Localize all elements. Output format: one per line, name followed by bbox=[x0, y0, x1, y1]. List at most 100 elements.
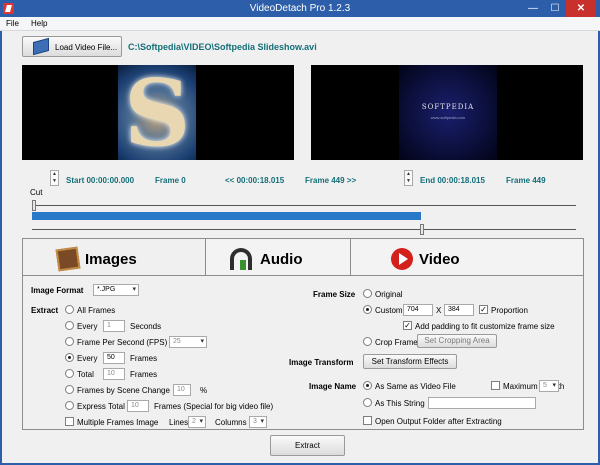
end-cut-handle[interactable] bbox=[420, 224, 424, 235]
headphones-icon bbox=[230, 248, 252, 270]
multiple-frames-label: Multiple Frames Image bbox=[77, 418, 159, 427]
fps-value: 25 bbox=[173, 338, 181, 345]
size-separator: X bbox=[436, 306, 442, 315]
scene-change-label: Frames by Scene Change bbox=[77, 386, 170, 395]
main-window: Load Video File... C:\Softpedia\VIDEO\So… bbox=[0, 31, 600, 465]
every-seconds-label: Every bbox=[77, 322, 98, 331]
same-as-video-radio[interactable] bbox=[363, 381, 372, 390]
frame-size-label: Frame Size bbox=[313, 290, 356, 299]
app-icon bbox=[3, 3, 14, 14]
proportion-checkbox[interactable]: ✓ bbox=[479, 305, 488, 314]
load-video-label: Load Video File... bbox=[55, 43, 118, 52]
fps-label: Frame Per Second (FPS) bbox=[77, 338, 168, 347]
proportion-label: Proportion bbox=[491, 306, 528, 315]
tab-images[interactable]: Images bbox=[22, 238, 206, 277]
lines-value: 2 bbox=[192, 418, 196, 425]
open-output-checkbox[interactable] bbox=[363, 416, 372, 425]
lines-label: Lines bbox=[169, 418, 189, 427]
express-total-radio[interactable] bbox=[65, 401, 74, 410]
max-length-value: 5 bbox=[543, 382, 547, 389]
tab-audio-label: Audio bbox=[260, 251, 303, 268]
images-panel: Image Format *.JPG Extract All Frames Ev… bbox=[22, 275, 584, 430]
start-frame-spinner[interactable]: ▲ ▼ bbox=[50, 170, 59, 186]
end-frame-spinner[interactable]: ▲ ▼ bbox=[404, 170, 413, 186]
total-label: Total bbox=[77, 370, 94, 379]
image-format-select[interactable]: *.JPG bbox=[93, 284, 139, 296]
frames-label: Frames bbox=[130, 354, 158, 363]
custom-size-label: Custom bbox=[375, 306, 403, 315]
crop-frame-radio[interactable] bbox=[363, 337, 372, 346]
preview-glyph: S bbox=[124, 65, 191, 160]
window-title: VideoDetach Pro 1.2.3 bbox=[249, 3, 351, 14]
start-time: Start 00:00:00.000 bbox=[66, 176, 135, 185]
maximize-button[interactable]: ☐ bbox=[544, 0, 566, 17]
end-cut-track[interactable] bbox=[32, 229, 576, 230]
current-frame: Frame 449 >> bbox=[305, 176, 357, 185]
crop-frame-label: Crop Frame bbox=[375, 338, 418, 347]
total-frames-label: Frames bbox=[130, 370, 158, 379]
fps-radio[interactable] bbox=[65, 337, 74, 346]
percent-label: % bbox=[200, 386, 208, 395]
every-frames-radio[interactable] bbox=[65, 353, 74, 362]
file-path: C:\Softpedia\VIDEO\Softpedia Slideshow.a… bbox=[128, 42, 317, 52]
extract-button[interactable]: Extract bbox=[270, 435, 345, 456]
scene-change-input[interactable]: 10 bbox=[173, 384, 191, 396]
total-radio[interactable] bbox=[65, 369, 74, 378]
video-file-icon bbox=[33, 37, 49, 56]
columns-label: Columns bbox=[215, 418, 247, 427]
tab-audio[interactable]: Audio bbox=[187, 238, 364, 278]
preview-title: SOFTPEDIA bbox=[421, 103, 475, 111]
width-input[interactable]: 704 bbox=[403, 304, 433, 316]
film-strip-icon bbox=[55, 246, 81, 272]
tab-video-label: Video bbox=[419, 251, 460, 268]
set-cropping-button[interactable]: Set Cropping Area bbox=[417, 334, 497, 348]
this-string-label: As This String bbox=[375, 399, 425, 408]
set-transform-button[interactable]: Set Transform Effects bbox=[363, 354, 457, 369]
preview-subtitle: www.softpedia.com bbox=[430, 115, 466, 120]
express-total-input[interactable]: 10 bbox=[127, 400, 149, 412]
cut-range-bar bbox=[32, 212, 421, 220]
original-size-radio[interactable] bbox=[363, 289, 372, 298]
every-seconds-input[interactable]: 1 bbox=[103, 320, 125, 332]
all-frames-label: All Frames bbox=[77, 306, 116, 315]
end-frame-image: SOFTPEDIA www.softpedia.com bbox=[399, 65, 497, 160]
multiple-frames-checkbox[interactable] bbox=[65, 417, 74, 426]
padding-checkbox[interactable]: ✓ bbox=[403, 321, 412, 330]
start-cut-handle[interactable] bbox=[32, 200, 36, 211]
every-frames-input[interactable]: 50 bbox=[103, 352, 125, 364]
current-time: << 00:00:18.015 bbox=[225, 176, 285, 185]
original-size-label: Original bbox=[375, 290, 403, 299]
minimize-button[interactable]: — bbox=[522, 0, 544, 17]
max-length-checkbox[interactable] bbox=[491, 381, 500, 390]
image-format-value: *.JPG bbox=[97, 286, 116, 293]
image-format-label: Image Format bbox=[31, 286, 84, 295]
close-button[interactable]: ✕ bbox=[566, 0, 596, 17]
menu-file[interactable]: File bbox=[6, 19, 19, 28]
scene-change-radio[interactable] bbox=[65, 385, 74, 394]
image-name-label: Image Name bbox=[309, 382, 357, 391]
tab-video[interactable]: Video bbox=[350, 238, 584, 278]
total-input[interactable]: 10 bbox=[103, 368, 125, 380]
express-frames-label: Frames (Special for big video file) bbox=[154, 402, 274, 411]
this-string-input[interactable] bbox=[428, 397, 536, 409]
custom-size-radio[interactable] bbox=[363, 305, 372, 314]
start-cut-track[interactable] bbox=[32, 205, 576, 206]
express-total-label: Express Total bbox=[77, 402, 125, 411]
columns-value: 3 bbox=[253, 418, 257, 425]
end-frame: Frame 449 bbox=[506, 176, 546, 185]
every-seconds-radio[interactable] bbox=[65, 321, 74, 330]
load-video-button[interactable]: Load Video File... bbox=[22, 36, 122, 57]
start-preview: S bbox=[22, 65, 294, 160]
start-frame: Frame 0 bbox=[155, 176, 186, 185]
open-output-label: Open Output Folder after Extracting bbox=[375, 417, 502, 426]
same-as-video-label: As Same as Video File bbox=[375, 382, 456, 391]
columns-select[interactable]: 3 bbox=[249, 416, 267, 428]
this-string-radio[interactable] bbox=[363, 398, 372, 407]
lines-select[interactable]: 2 bbox=[188, 416, 206, 428]
extract-label: Extract bbox=[31, 306, 59, 315]
menu-help[interactable]: Help bbox=[31, 19, 47, 28]
height-input[interactable]: 384 bbox=[444, 304, 474, 316]
fps-select[interactable]: 25 bbox=[169, 336, 207, 348]
max-length-select[interactable]: 5 bbox=[539, 380, 559, 392]
all-frames-radio[interactable] bbox=[65, 305, 74, 314]
